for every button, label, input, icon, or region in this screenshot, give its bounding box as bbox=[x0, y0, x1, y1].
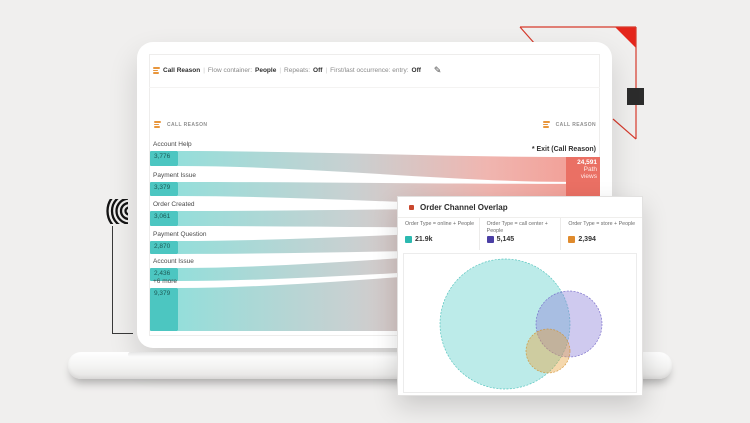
toolbar-text: Call Reason|Flow container:People|Repeat… bbox=[163, 67, 424, 74]
toolbar-segment: Off bbox=[412, 67, 421, 74]
coil-icon bbox=[100, 199, 128, 224]
edit-pencil-icon[interactable]: ✎ bbox=[434, 65, 442, 76]
exit-node-label: * Exit (Call Reason) bbox=[446, 146, 596, 153]
legend-item-value: 21.9k bbox=[415, 236, 433, 243]
legend-item-label: Order Type = call center + People bbox=[487, 221, 557, 234]
sankey-node-value: 3,776 bbox=[154, 153, 170, 160]
dimension-icon bbox=[154, 121, 161, 128]
sankey-node-value: 9,379 bbox=[154, 290, 170, 297]
legend-swatch bbox=[568, 236, 575, 243]
legend-item-value: 5,145 bbox=[497, 236, 515, 243]
toolbar-segment: Flow container: bbox=[208, 67, 252, 74]
venn-circle-store[interactable] bbox=[526, 329, 570, 373]
sankey-node-label: Payment Question bbox=[153, 231, 206, 238]
sankey-node-label: Account Issue bbox=[153, 258, 194, 265]
toolbar-segment: People bbox=[255, 67, 276, 74]
venn-chart-area bbox=[403, 253, 637, 393]
legend-item[interactable]: Order Type = store + People 2,394 bbox=[560, 218, 642, 250]
legend-item[interactable]: Order Type = call center + People 5,145 bbox=[479, 218, 561, 250]
toolbar-segment: Off bbox=[313, 67, 322, 74]
connector-line-vertical bbox=[112, 226, 113, 333]
hero-composition: Call Reason|Flow container:People|Repeat… bbox=[0, 0, 750, 423]
sankey-node-label: +6 more bbox=[153, 278, 177, 285]
venn-legend: Order Type = online + People21.9kOrder T… bbox=[398, 218, 642, 250]
legend-swatch bbox=[405, 236, 412, 243]
sankey-node-value: 2,870 bbox=[154, 243, 170, 250]
dimension-icon bbox=[543, 121, 550, 128]
connector-line-horizontal bbox=[112, 333, 133, 334]
toolbar-segment: Call Reason bbox=[163, 67, 200, 74]
legend-item-value: 2,394 bbox=[578, 236, 596, 243]
sankey-node-label: Payment Issue bbox=[153, 172, 196, 179]
sankey-node-value: 3,061 bbox=[154, 213, 170, 220]
toolbar-segment: | bbox=[203, 67, 205, 74]
legend-swatch bbox=[487, 236, 494, 243]
toolbar-segment: | bbox=[325, 67, 327, 74]
legend-item-label: Order Type = online + People bbox=[405, 221, 475, 234]
exit-node-value: 24,591 bbox=[569, 159, 597, 166]
card-header: Order Channel Overlap bbox=[398, 197, 642, 218]
dimension-icon bbox=[153, 67, 160, 74]
sankey-node-label: Account Help bbox=[153, 141, 192, 148]
sankey-node-label: Order Created bbox=[153, 201, 195, 208]
toolbar-segment: | bbox=[279, 67, 281, 74]
sankey-flow-band[interactable] bbox=[178, 151, 566, 182]
sankey-node-value: 3,379 bbox=[154, 184, 170, 191]
column-header-label: CALL REASON bbox=[167, 122, 207, 128]
order-channel-overlap-card: Order Channel Overlap Order Type = onlin… bbox=[397, 196, 643, 396]
exit-node-caption: Path views bbox=[569, 166, 597, 180]
sankey-node-value: 2,436 bbox=[154, 270, 170, 277]
venn-diagram bbox=[404, 254, 638, 390]
black-square-decoration bbox=[627, 88, 644, 105]
flow-settings-toolbar: Call Reason|Flow container:People|Repeat… bbox=[149, 54, 600, 88]
legend-item[interactable]: Order Type = online + People 21.9k bbox=[398, 218, 479, 250]
column-header-label: CALL REASON bbox=[556, 122, 596, 128]
toolbar-segment: First/last occurrence: entry: bbox=[330, 67, 408, 74]
venn-chart-icon bbox=[409, 205, 414, 210]
toolbar-segment: Repeats: bbox=[284, 67, 310, 74]
legend-item-label: Order Type = store + People bbox=[568, 221, 638, 234]
flow-column-header-left: CALL REASON bbox=[154, 121, 207, 128]
flow-column-header-right: CALL REASON bbox=[500, 121, 596, 128]
red-triangle bbox=[615, 27, 636, 48]
card-title: Order Channel Overlap bbox=[420, 203, 508, 212]
